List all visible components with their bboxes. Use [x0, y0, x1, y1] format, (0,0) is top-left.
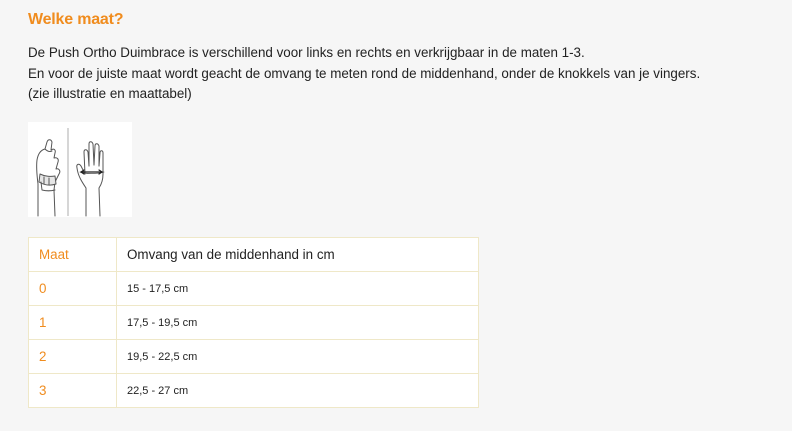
cell-maat: 3 — [28, 373, 117, 408]
cell-maat: 2 — [28, 339, 117, 374]
intro-text: De Push Ortho Duimbrace is verschillend … — [28, 43, 700, 105]
header-maat: Maat — [28, 237, 117, 272]
size-table: Maat Omvang van de middenhand in cm 0 15… — [28, 237, 479, 408]
cell-maat: 1 — [28, 305, 117, 340]
table-row: 3 22,5 - 27 cm — [28, 373, 479, 408]
table-row: 1 17,5 - 19,5 cm — [28, 305, 479, 340]
table-row: 0 15 - 17,5 cm — [28, 271, 479, 306]
cell-omvang: 22,5 - 27 cm — [116, 373, 479, 408]
cell-omvang: 19,5 - 22,5 cm — [116, 339, 479, 374]
intro-line-3: (zie illustratie en maattabel) — [28, 86, 192, 101]
hand-measurement-icon — [76, 141, 105, 217]
intro-line-2: En voor de juiste maat wordt geacht de o… — [28, 65, 701, 81]
table-header-row: Maat Omvang van de middenhand in cm — [28, 237, 479, 272]
section-heading: Welke maat? — [28, 11, 124, 28]
hand-with-brace-icon — [36, 139, 61, 217]
table-row: 2 19,5 - 22,5 cm — [28, 339, 479, 374]
hand-measurement-illustration — [28, 122, 132, 217]
hand-measurement-drawing — [36, 128, 105, 217]
cell-maat: 0 — [28, 271, 117, 306]
header-omvang: Omvang van de middenhand in cm — [116, 237, 479, 272]
cell-omvang: 17,5 - 19,5 cm — [116, 305, 479, 340]
intro-line-1: De Push Ortho Duimbrace is verschillend … — [28, 45, 585, 60]
cell-omvang: 15 - 17,5 cm — [116, 271, 479, 306]
